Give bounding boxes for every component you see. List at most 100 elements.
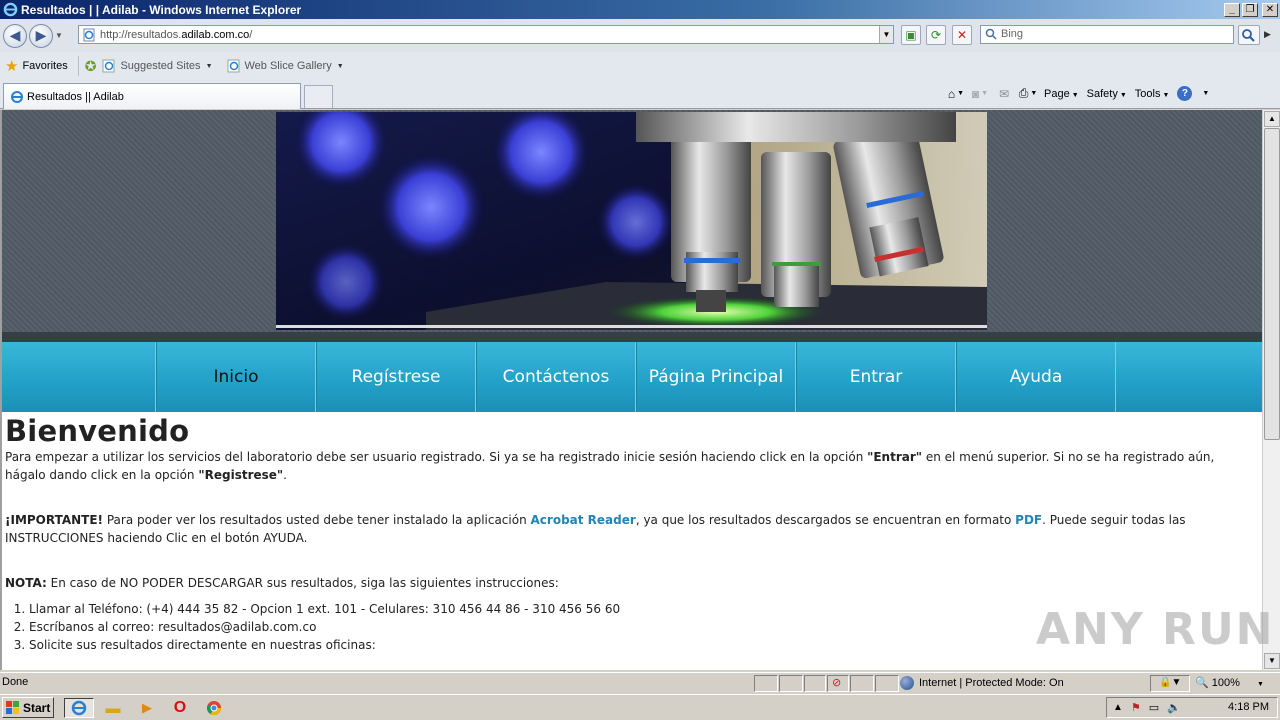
- help-icon[interactable]: ?: [1177, 86, 1193, 101]
- new-tab-button[interactable]: [304, 85, 333, 108]
- folder-icon: ▬: [105, 699, 121, 717]
- dropdown-arrow-icon: ▼: [336, 62, 344, 70]
- tools-menu[interactable]: Tools ▼: [1135, 88, 1170, 100]
- status-text: Done: [2, 676, 29, 688]
- minimize-button[interactable]: _: [1224, 2, 1240, 17]
- nav-inicio[interactable]: Inicio: [156, 342, 316, 412]
- back-button[interactable]: ◀: [3, 23, 27, 48]
- protected-mode-pane[interactable]: 🔒▼: [1150, 675, 1190, 692]
- status-pane: [804, 675, 826, 692]
- clock[interactable]: 4:18 PM: [1228, 701, 1269, 713]
- tab-resultados[interactable]: Resultados || Adilab: [3, 83, 301, 109]
- favorites-bar: ★ Favorites ✪ Suggested Sites ▼ Web Slice…: [0, 52, 1280, 80]
- site-header: [2, 110, 1262, 342]
- dropdown-arrow-icon: ▼: [1119, 91, 1127, 99]
- lock-icon: 🔒▼: [1159, 677, 1182, 688]
- favorites-separator: [77, 56, 79, 76]
- banner-divider: [276, 325, 987, 328]
- scroll-up-icon[interactable]: ▲: [1264, 111, 1280, 127]
- ie-icon: [71, 700, 87, 716]
- media-player-icon: ▶: [142, 700, 152, 715]
- stop-icon: ✕: [956, 28, 968, 42]
- status-bar: Done ⊘ Internet | Protected Mode: On 🔒▼ …: [0, 672, 1280, 693]
- taskbar-ie-button[interactable]: [64, 698, 94, 718]
- stop-button[interactable]: ✕: [952, 25, 972, 45]
- page-icon: [83, 28, 95, 41]
- anyrun-watermark: ANY RUN: [1036, 604, 1275, 655]
- add-favorite-icon[interactable]: ✪: [85, 58, 97, 75]
- url-text: http://resultados.adilab.com.co/: [100, 28, 253, 41]
- forward-button[interactable]: ▶: [29, 23, 53, 48]
- page-viewport: Inicio Regístrese Contáctenos Página Pri…: [0, 110, 1262, 670]
- home-icon[interactable]: ⌂ ▼: [948, 86, 964, 101]
- taskbar-explorer-button[interactable]: ▬: [102, 698, 124, 718]
- page-heading: Bienvenido: [5, 414, 190, 448]
- favorites-button[interactable]: Favorites: [22, 60, 67, 72]
- ie-page-icon: [102, 59, 115, 73]
- address-dropdown-icon[interactable]: ▼: [879, 26, 893, 43]
- search-provider-icon: [985, 28, 997, 40]
- dropdown-arrow-icon: ▼: [1162, 91, 1170, 99]
- taskbar-opera-button[interactable]: O: [169, 698, 191, 718]
- note-paragraph: NOTA: En caso de NO PODER DESCARGAR sus …: [5, 576, 559, 590]
- safety-menu[interactable]: Safety ▼: [1087, 88, 1127, 100]
- dropdown-arrow-icon: ▼: [1256, 681, 1264, 688]
- taskbar-chrome-button[interactable]: [203, 698, 225, 718]
- refresh-button[interactable]: ⟳: [926, 25, 946, 45]
- status-pane: [754, 675, 778, 692]
- scroll-down-icon[interactable]: ▼: [1264, 653, 1280, 669]
- page-menu[interactable]: Page ▼: [1044, 88, 1079, 100]
- address-toolbar: ◀ ▶ ▼ http://resultados.adilab.com.co/ ▼…: [0, 19, 1280, 52]
- tab-row: Resultados || Adilab ⌂ ▼ ◙ ▼ ✉ ⎙ ▼ Page ▼ Sa…: [0, 80, 1280, 109]
- pdf-link[interactable]: PDF: [1015, 513, 1042, 527]
- toolbar-chevron-icon[interactable]: ▶: [1264, 29, 1271, 40]
- print-icon[interactable]: ⎙ ▼: [1019, 86, 1038, 101]
- nav-contactenos[interactable]: Contáctenos: [476, 342, 636, 412]
- nav-entrar[interactable]: Entrar: [796, 342, 956, 412]
- system-tray: ▲ ⚑ ▭ 🔈 4:18 PM: [1106, 697, 1278, 718]
- window-title: Resultados | | Adilab - Windows Internet…: [21, 2, 302, 17]
- action-center-icon[interactable]: ⚑: [1131, 701, 1141, 714]
- forward-arrow-icon: ▶: [35, 27, 47, 43]
- nav-registrese[interactable]: Regístrese: [316, 342, 476, 412]
- internet-globe-icon: [900, 676, 914, 690]
- taskbar-media-player-button[interactable]: ▶: [136, 698, 158, 718]
- ie-page-icon: [227, 59, 239, 73]
- zoom-level[interactable]: 🔍 100% ▼: [1195, 676, 1264, 689]
- acrobat-reader-link[interactable]: Acrobat Reader: [531, 513, 636, 527]
- search-icon: [1242, 29, 1255, 42]
- nav-pagina-principal[interactable]: Página Principal: [636, 342, 796, 412]
- site-nav-menu: Inicio Regístrese Contáctenos Página Pri…: [2, 342, 1262, 412]
- status-pane: [779, 675, 803, 692]
- history-dropdown-icon[interactable]: ▼: [55, 31, 65, 40]
- search-button[interactable]: [1238, 25, 1260, 45]
- dropdown-arrow-icon: ▼: [1202, 90, 1210, 97]
- taskbar: Start ▬ ▶ O ▲ ⚑ ▭ 🔈 4:18 PM: [0, 694, 1280, 720]
- feeds-icon[interactable]: ◙ ▼: [972, 86, 988, 101]
- tray-expand-icon[interactable]: ▲: [1113, 702, 1123, 713]
- registrese-text: "Registrese": [198, 468, 284, 482]
- entrar-text: "Entrar": [867, 450, 923, 464]
- opera-icon: O: [173, 699, 187, 716]
- start-button[interactable]: Start: [2, 697, 54, 718]
- nav-spacer: [2, 342, 156, 412]
- search-input[interactable]: Bing: [980, 25, 1234, 44]
- favorite-suggested-sites[interactable]: Suggested Sites ▼: [102, 59, 213, 73]
- compatibility-view-button[interactable]: ▣: [901, 25, 921, 45]
- vertical-scrollbar[interactable]: ▲ ▼: [1262, 110, 1280, 670]
- tab-title: Resultados || Adilab: [27, 90, 124, 103]
- read-mail-icon[interactable]: ✉: [996, 86, 1012, 101]
- volume-icon[interactable]: 🔈: [1167, 701, 1181, 714]
- favorite-web-slice-gallery[interactable]: Web Slice Gallery ▼: [227, 59, 344, 73]
- security-zone[interactable]: Internet | Protected Mode: On: [900, 676, 1064, 690]
- status-pane: [875, 675, 899, 692]
- ie-icon: [3, 2, 18, 17]
- network-icon[interactable]: ▭: [1149, 701, 1159, 714]
- popup-blocker-pane[interactable]: ⊘: [827, 675, 849, 692]
- restore-button[interactable]: ❐: [1242, 2, 1258, 17]
- compat-icon: ▣: [905, 28, 917, 42]
- address-bar[interactable]: http://resultados.adilab.com.co/ ▼: [78, 25, 894, 44]
- close-button[interactable]: ✕: [1262, 2, 1278, 17]
- nav-ayuda[interactable]: Ayuda: [956, 342, 1116, 412]
- scroll-thumb[interactable]: [1264, 128, 1280, 440]
